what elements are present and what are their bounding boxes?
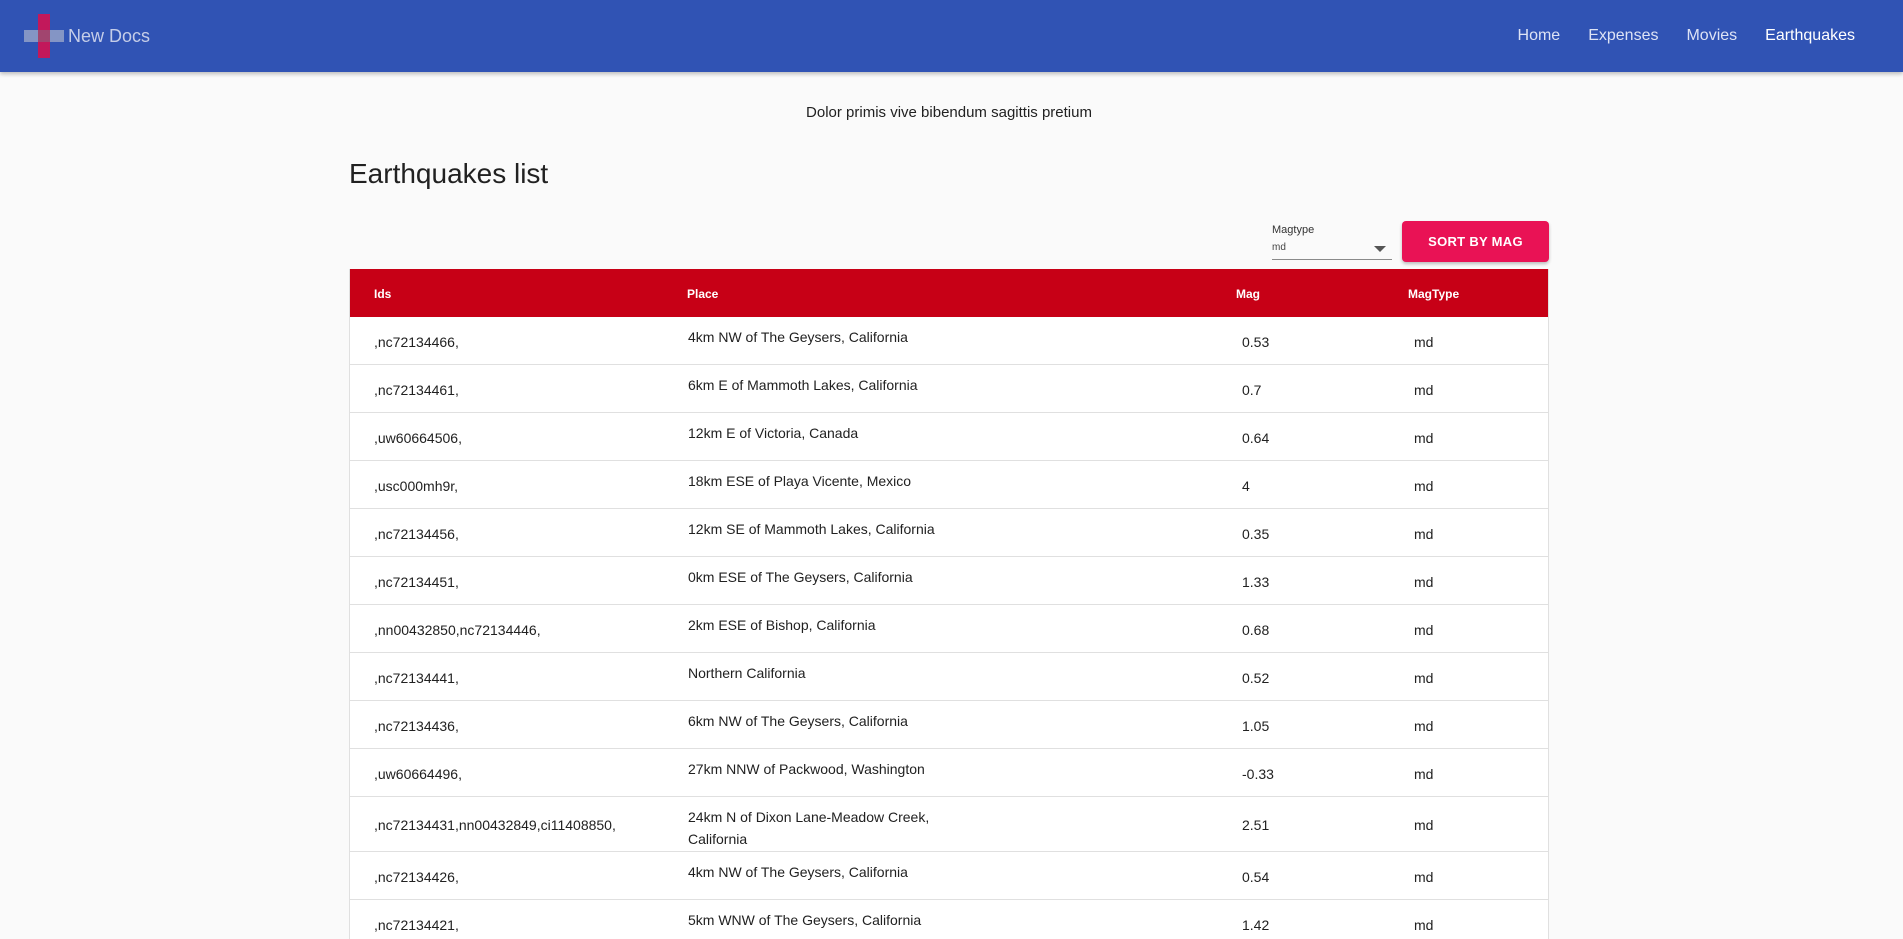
table-row[interactable]: ,nc72134436, 6km NW of The Geysers, Cali… xyxy=(350,701,1548,749)
cell-ids: ,nc72134451, xyxy=(374,574,459,590)
cell-ids: ,nn00432850,nc72134446, xyxy=(374,622,541,638)
nav-movies[interactable]: Movies xyxy=(1686,27,1737,45)
magtype-value: md xyxy=(1272,242,1286,253)
cell-ids: ,usc000mh9r, xyxy=(374,478,459,494)
sort-by-mag-button[interactable]: SORT BY MAG xyxy=(1402,221,1549,262)
header-mag[interactable]: Mag xyxy=(1236,287,1260,301)
cell-mag: 4 xyxy=(1242,478,1250,494)
cell-magtype: md xyxy=(1414,622,1434,638)
table-row[interactable]: ,nc72134461, 6km E of Mammoth Lakes, Cal… xyxy=(350,365,1548,413)
main-nav: Home Expenses Movies Earthquakes xyxy=(1518,0,1855,72)
cell-place: 12km E of Victoria, Canada xyxy=(688,425,859,441)
cell-magtype: md xyxy=(1414,526,1434,542)
cell-ids: ,uw60664506, xyxy=(374,430,462,446)
table-row[interactable]: ,nc72134466, 4km NW of The Geysers, Cali… xyxy=(350,317,1548,365)
magtype-label: Magtype xyxy=(1272,224,1315,236)
cell-place: 4km NW of The Geysers, California xyxy=(688,329,908,345)
caret-down-icon xyxy=(1374,246,1386,252)
table-row[interactable]: ,nn00432850,nc72134446, 2km ESE of Bisho… xyxy=(350,605,1548,653)
cell-place: 12km SE of Mammoth Lakes, California xyxy=(688,521,935,537)
cell-magtype: md xyxy=(1414,670,1434,686)
cell-place: 0km ESE of The Geysers, California xyxy=(688,569,913,585)
cell-ids: ,nc72134466, xyxy=(374,334,459,350)
cell-mag: 0.68 xyxy=(1242,622,1270,638)
cell-mag: 0.52 xyxy=(1242,670,1270,686)
cell-magtype: md xyxy=(1414,869,1434,885)
plus-logo-icon xyxy=(24,14,64,58)
cell-magtype: md xyxy=(1414,574,1434,590)
cell-magtype: md xyxy=(1414,334,1434,350)
cell-magtype: md xyxy=(1414,430,1434,446)
cell-ids: ,nc72134431,nn00432849,ci11408850, xyxy=(374,817,616,833)
table-row[interactable]: ,nc72134451, 0km ESE of The Geysers, Cal… xyxy=(350,557,1548,605)
cell-place: 27km NNW of Packwood, Washington xyxy=(688,761,925,777)
nav-home[interactable]: Home xyxy=(1518,27,1561,45)
cell-mag: 0.64 xyxy=(1242,430,1270,446)
cell-magtype: md xyxy=(1414,817,1434,833)
cell-ids: ,nc72134421, xyxy=(374,917,459,933)
cell-ids: ,nc72134426, xyxy=(374,869,459,885)
cell-mag: -0.33 xyxy=(1242,766,1274,782)
table-row[interactable]: ,nc72134426, 4km NW of The Geysers, Cali… xyxy=(350,852,1548,900)
nav-earthquakes[interactable]: Earthquakes xyxy=(1765,27,1855,45)
brand[interactable]: New Docs xyxy=(24,14,150,58)
cell-ids: ,nc72134441, xyxy=(374,670,459,686)
cell-place: 2km ESE of Bishop, California xyxy=(688,617,876,633)
cell-place: 4km NW of The Geysers, California xyxy=(688,864,908,880)
cell-mag: 1.33 xyxy=(1242,574,1270,590)
header-magtype[interactable]: MagType xyxy=(1408,287,1459,301)
header-ids[interactable]: Ids xyxy=(374,287,391,301)
cell-place: 5km WNW of The Geysers, California xyxy=(688,912,922,928)
header-place[interactable]: Place xyxy=(687,287,718,301)
table-row[interactable]: ,nc72134456, 12km SE of Mammoth Lakes, C… xyxy=(350,509,1548,557)
cell-mag: 1.05 xyxy=(1242,718,1270,734)
cell-magtype: md xyxy=(1414,718,1434,734)
earthquakes-table: Ids Place Mag MagType ,nc72134466, 4km N… xyxy=(349,269,1549,939)
table-row[interactable]: ,uw60664496, 27km NNW of Packwood, Washi… xyxy=(350,749,1548,797)
cell-magtype: md xyxy=(1414,766,1434,782)
cell-place: 6km E of Mammoth Lakes, California xyxy=(688,377,918,393)
cell-ids: ,uw60664496, xyxy=(374,766,462,782)
cell-ids: ,nc72134456, xyxy=(374,526,459,542)
cell-mag: 0.54 xyxy=(1242,869,1270,885)
cell-place: 24km N of Dixon Lane-Meadow Creek, Calif… xyxy=(688,809,930,847)
magtype-select[interactable]: Magtype md xyxy=(1272,224,1392,260)
cell-place: 18km ESE of Playa Vicente, Mexico xyxy=(688,473,912,489)
cell-magtype: md xyxy=(1414,382,1434,398)
cell-mag: 0.7 xyxy=(1242,382,1262,398)
app-name: New Docs xyxy=(68,25,151,46)
page-title: Earthquakes list xyxy=(349,158,549,189)
cell-ids: ,nc72134436, xyxy=(374,718,459,734)
cell-place: Northern California xyxy=(688,665,806,681)
app-bar: New Docs Home Expenses Movies Earthquake… xyxy=(0,0,1903,72)
cell-place: 6km NW of The Geysers, California xyxy=(688,713,908,729)
nav-expenses[interactable]: Expenses xyxy=(1588,27,1658,45)
table-row[interactable]: ,nc72134431,nn00432849,ci11408850, 24km … xyxy=(350,797,1548,852)
table-row[interactable]: ,usc000mh9r, 18km ESE of Playa Vicente, … xyxy=(350,461,1548,509)
cell-magtype: md xyxy=(1414,917,1434,933)
cell-mag: 1.42 xyxy=(1242,917,1270,933)
table-header: Ids Place Mag MagType xyxy=(350,269,1548,317)
table-row[interactable]: ,nc72134421, 5km WNW of The Geysers, Cal… xyxy=(350,900,1548,939)
cell-ids: ,nc72134461, xyxy=(374,382,459,398)
cell-mag: 0.53 xyxy=(1242,334,1270,350)
cell-mag: 0.35 xyxy=(1242,526,1270,542)
table-row[interactable]: ,nc72134441, Northern California 0.52 md xyxy=(350,653,1548,701)
cell-magtype: md xyxy=(1414,478,1434,494)
page-subtitle: Dolor primis vive bibendum sagittis pret… xyxy=(806,104,1092,121)
cell-mag: 2.51 xyxy=(1242,817,1270,833)
table-row[interactable]: ,uw60664506, 12km E of Victoria, Canada … xyxy=(350,413,1548,461)
